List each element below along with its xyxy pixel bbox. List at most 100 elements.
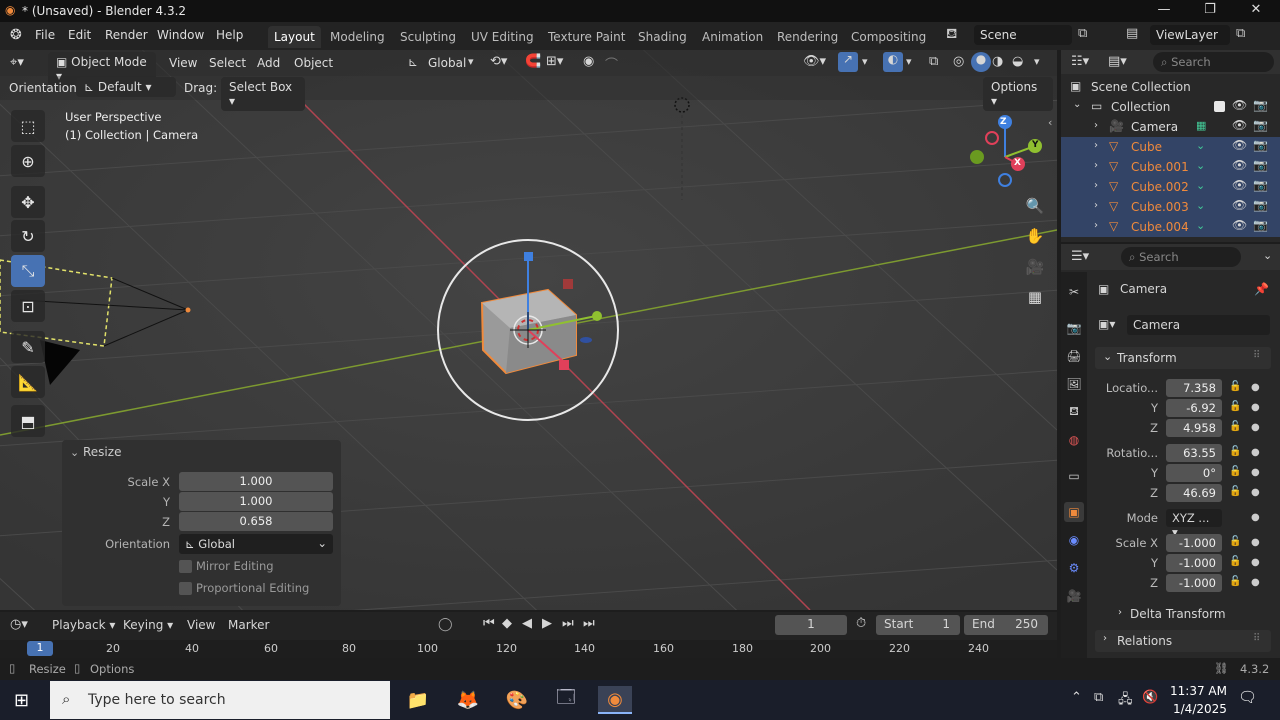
xray-icon[interactable]: ⧉ — [929, 54, 938, 69]
drag-handle-icon[interactable]: ⠿ — [1253, 350, 1260, 361]
object-data-icon[interactable]: ▣▾ — [1098, 317, 1115, 331]
playhead[interactable]: 1 — [27, 641, 53, 656]
jump-keyframe-forward-icon[interactable]: ⏭ — [562, 616, 574, 631]
jump-start-icon[interactable]: ⏮ — [483, 616, 495, 631]
delta-transform-subpanel[interactable]: › Delta Transform — [1110, 604, 1271, 624]
location-x-field[interactable]: 7.358 — [1166, 379, 1222, 397]
play-reverse-icon[interactable]: ◀ — [522, 616, 532, 631]
new-view-layer-icon[interactable]: ⧉ — [1236, 26, 1245, 41]
jump-end-icon[interactable]: ⏭ — [583, 616, 595, 631]
menu-edit[interactable]: Edit — [68, 28, 91, 42]
tab-animation[interactable]: Animation — [696, 26, 769, 48]
menu-render[interactable]: Render — [105, 28, 148, 42]
collection-checkbox[interactable] — [1214, 101, 1225, 112]
outliner-item[interactable]: › ▽ Cube.004 ⌄ 👁 📷 — [1061, 217, 1280, 237]
shading-dropdown-icon[interactable]: ▾ — [1034, 55, 1040, 68]
scale-y-field[interactable]: -1.000 — [1166, 554, 1222, 572]
snap-target-icon[interactable]: ⊞▾ — [546, 54, 563, 69]
transform-orientation-dropdown[interactable]: Global — [428, 56, 466, 70]
eye-icon[interactable]: 👁 — [1232, 138, 1247, 152]
start-frame-field[interactable]: Start 1 — [876, 615, 960, 635]
transform-tool[interactable]: ⊡ — [11, 290, 45, 322]
location-y-field[interactable]: -6.92 — [1166, 399, 1222, 417]
collection-tab-icon[interactable]: ▭ — [1064, 466, 1084, 486]
jump-keyframe-back-icon[interactable]: ◆ — [502, 616, 512, 631]
zoom-icon[interactable]: 🔍 — [1022, 193, 1048, 219]
view-layer-icon[interactable]: ▤ — [1126, 26, 1138, 41]
proportional-editing-icon[interactable]: ◉ — [583, 54, 594, 69]
expand-chevron-icon[interactable]: › — [1094, 180, 1098, 191]
scale-tool[interactable]: ⤡ — [11, 255, 45, 287]
sidebar-toggle-icon[interactable]: ‹ — [1048, 116, 1052, 129]
tab-layout[interactable]: Layout — [268, 26, 321, 48]
mirror-editing-checkbox[interactable] — [179, 560, 192, 573]
view-layer-field[interactable]: ViewLayer — [1150, 25, 1230, 45]
properties-search-input[interactable]: ⌕ Search — [1121, 247, 1241, 267]
frame-ruler[interactable]: 1 20 40 60 80 100 120 140 160 180 200 22… — [0, 640, 1057, 658]
menu-window[interactable]: Window — [157, 28, 204, 42]
camera-view-icon[interactable]: 🎥 — [1022, 254, 1048, 280]
playback-menu[interactable]: Playback ▾ — [52, 618, 115, 632]
tab-sculpting[interactable]: Sculpting — [394, 26, 462, 48]
camera-data-icon[interactable]: ▦ — [1196, 119, 1206, 132]
overlay-toggle-icon[interactable]: ◐ — [883, 52, 903, 72]
eye-icon[interactable]: 👁 — [1232, 178, 1247, 192]
outliner-item[interactable]: › 🎥 Camera ▦ 👁 📷 — [1061, 117, 1280, 137]
rotation-x-field[interactable]: 63.55 — [1166, 444, 1222, 462]
keyframe-dot-icon[interactable]: ● — [1251, 577, 1260, 588]
blender-taskbar-icon[interactable]: ◉ — [598, 686, 632, 714]
network-icon[interactable]: 🖧 — [1118, 690, 1133, 712]
render-camera-icon[interactable]: 📷 — [1253, 198, 1268, 212]
perspective-toggle-icon[interactable]: ▦ — [1022, 284, 1048, 310]
properties-editor-icon[interactable]: ☰▾ — [1071, 249, 1089, 264]
render-camera-icon[interactable]: 📷 — [1253, 178, 1268, 192]
transform-panel-header[interactable]: ⌄ Transform ⠿ — [1095, 347, 1271, 369]
tray-chevron-icon[interactable]: ⌃ — [1071, 690, 1082, 705]
mesh-data-icon[interactable]: ⌄ — [1196, 179, 1205, 192]
object-tab-icon[interactable]: ▣ — [1064, 502, 1084, 522]
eye-icon[interactable]: 👁 — [1232, 198, 1247, 212]
scale-x-field[interactable]: -1.000 — [1166, 534, 1222, 552]
keyframe-dot-icon[interactable]: ● — [1251, 512, 1260, 523]
object-name-field[interactable]: Camera — [1127, 315, 1270, 335]
lock-icon[interactable]: 🔓 — [1229, 446, 1241, 457]
collapse-chevron-icon[interactable]: ⌄ — [70, 446, 79, 459]
lock-icon[interactable]: 🔓 — [1229, 576, 1241, 587]
eye-icon[interactable]: 👁 — [1232, 218, 1247, 232]
render-camera-icon[interactable]: 📷 — [1253, 98, 1268, 112]
clock-date[interactable]: 1/4/2025 — [1173, 702, 1227, 716]
view-layer-tab-icon[interactable]: 🖼 — [1064, 374, 1084, 394]
navigation-gizmo[interactable] — [967, 113, 1047, 193]
measure-tool[interactable]: 📐 — [11, 366, 45, 398]
outliner-item[interactable]: › ▽ Cube.002 ⌄ 👁 📷 — [1061, 177, 1280, 197]
outliner-search-input[interactable]: ⌕ Search — [1153, 52, 1274, 72]
lock-icon[interactable]: 🔓 — [1229, 556, 1241, 567]
file-explorer-icon[interactable]: 📁 — [401, 686, 435, 714]
mesh-data-icon[interactable]: ⌄ — [1196, 199, 1205, 212]
editor-type-icon[interactable]: ⌖▾ — [10, 55, 24, 70]
eye-icon[interactable]: 👁 — [1232, 98, 1247, 112]
tray-app-icon[interactable]: ⧉ — [1094, 690, 1103, 705]
render-camera-icon[interactable]: 📷 — [1253, 218, 1268, 232]
add-cube-tool[interactable]: ⬒ — [11, 405, 45, 437]
expand-chevron-icon[interactable]: › — [1094, 200, 1098, 211]
constraints-tab-icon[interactable]: ⚙ — [1064, 558, 1084, 578]
keyframe-dot-icon[interactable]: ● — [1251, 467, 1260, 478]
rotation-z-field[interactable]: 46.69 — [1166, 484, 1222, 502]
marker-menu[interactable]: Marker — [228, 618, 269, 632]
stopwatch-icon[interactable]: ⏱ — [856, 616, 866, 631]
drag-handle-icon[interactable]: ⠿ — [1253, 633, 1260, 644]
new-scene-icon[interactable]: ⧉ — [1078, 26, 1087, 41]
chevron-down-icon[interactable]: ⌄ — [1263, 249, 1272, 262]
scene-tab-icon[interactable]: ⛾ — [1064, 402, 1084, 422]
snap-icon[interactable]: 🧲 — [525, 54, 541, 69]
current-frame-field[interactable]: 1 — [775, 615, 847, 635]
keyframe-dot-icon[interactable]: ● — [1251, 447, 1260, 458]
scene-icon[interactable]: ⛾ — [946, 26, 957, 44]
blender-menu-icon[interactable]: ❂ — [10, 27, 22, 43]
taskbar-search-box[interactable]: ⌕ Type here to search — [50, 681, 390, 719]
material-shading-icon[interactable]: ◑ — [992, 54, 1003, 69]
expand-chevron-icon[interactable]: › — [1094, 140, 1098, 151]
falloff-icon[interactable]: ⌒ — [605, 54, 618, 73]
expand-chevron-icon[interactable]: › — [1094, 120, 1098, 131]
